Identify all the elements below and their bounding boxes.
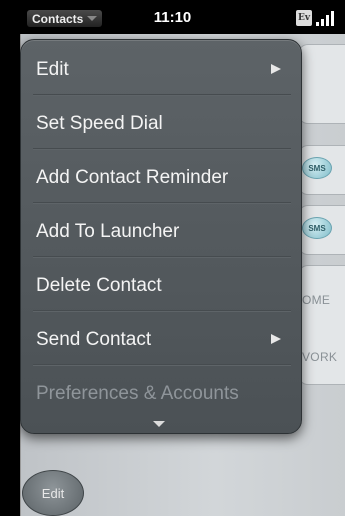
home-address-label: OME (302, 293, 331, 307)
menu-item-label: Delete Contact (36, 274, 162, 296)
submenu-arrow-icon (271, 334, 281, 344)
submenu-arrow-icon (271, 64, 281, 74)
menu-item-add-to-launcher[interactable]: Add To Launcher (21, 204, 301, 259)
menu-item-label: Send Contact (36, 328, 152, 350)
menu-item-add-contact-reminder[interactable]: Add Contact Reminder (21, 150, 301, 205)
menu-item-label: Set Speed Dial (36, 112, 163, 134)
sms-label: SMS (308, 163, 326, 173)
signal-strength-icon (316, 11, 334, 26)
menu-item-label: Edit (36, 58, 69, 80)
sms-label: SMS (308, 223, 326, 233)
clock: 11:10 (153, 9, 192, 26)
contact-photo-card (298, 44, 345, 124)
menu-item-send-contact[interactable]: Send Contact (21, 312, 301, 367)
edit-button-label: Edit (41, 485, 65, 501)
menu-item-label: Add Contact Reminder (36, 166, 229, 188)
menu-item-delete-contact[interactable]: Delete Contact (21, 258, 301, 313)
menu-item-preferences-accounts: Preferences & Accounts (21, 366, 301, 421)
address-card (298, 265, 345, 385)
menu-item-edit[interactable]: Edit (21, 42, 301, 97)
status-bar: Contacts 11:10 Ev (0, 0, 345, 34)
menu-item-label: Add To Launcher (36, 220, 180, 242)
app-menu-popup: Edit Set Speed Dial Add Contact Reminder… (20, 39, 302, 434)
edit-button[interactable]: Edit (22, 470, 84, 516)
scroll-down-icon[interactable] (153, 421, 165, 427)
sms-icon[interactable]: SMS (302, 157, 332, 179)
work-address-label: VORK (302, 350, 338, 364)
sms-icon[interactable]: SMS (302, 217, 332, 239)
menu-item-label: Preferences & Accounts (36, 382, 239, 404)
menu-item-set-speed-dial[interactable]: Set Speed Dial (21, 96, 301, 151)
carrier-badge: Ev (296, 10, 312, 26)
